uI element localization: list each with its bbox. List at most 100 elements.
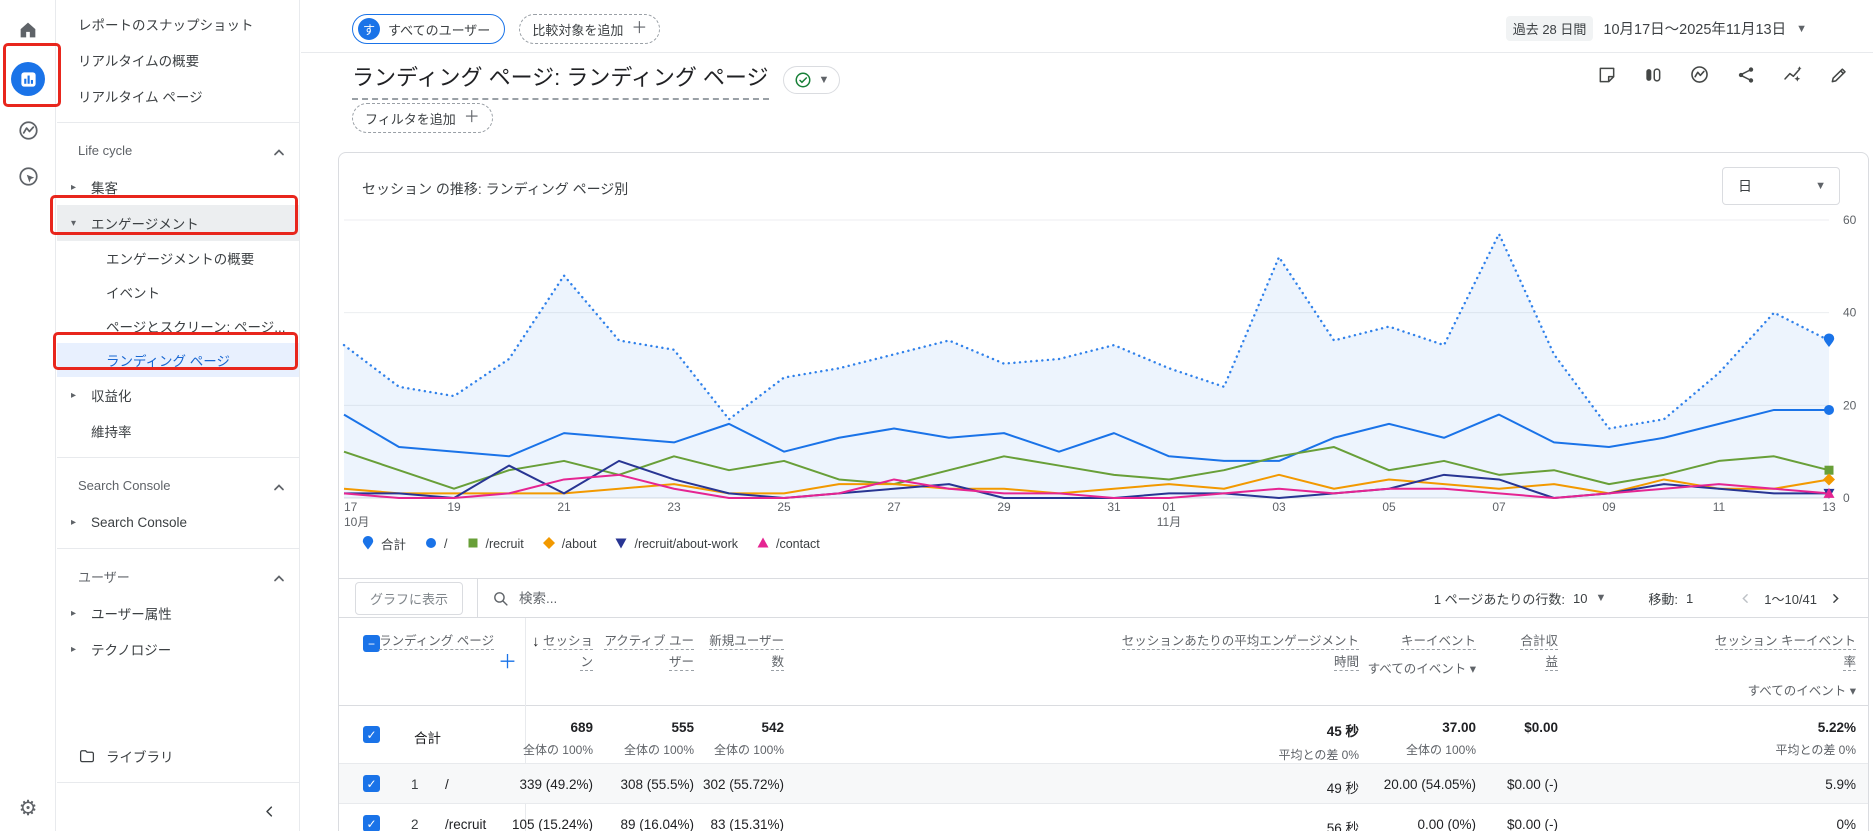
table-row-2[interactable]: ✓ 2/recruit 105 (15.24%) 89 (16.04%) 83 (15.… [339,804,1868,831]
column-header-6[interactable]: 合計収益 [1512,631,1558,674]
column-header-2[interactable]: アクティブ ユーザー [599,631,694,674]
collapse-sidebar-button[interactable] [57,791,299,831]
legend-item--: 合計 [361,534,406,553]
column-header-7[interactable]: セッション キーイベント率すべてのイベント ▾ [1706,631,1856,702]
segment-chip-all-users[interactable]: す すべてのユーザー [352,14,506,44]
sidebar-item-Life-cycle[interactable]: Life cycle [57,131,299,169]
arrow-collapsed-icon[interactable]: ▸ [71,390,83,401]
column-label[interactable]: キーイベント [1400,634,1476,650]
add-dimension-icon[interactable]: ＋ [498,647,517,674]
sidebar-item-label: レポートのスナップショット [78,18,254,33]
x-axis-label: 07 [1492,500,1506,514]
column-label[interactable]: 新規ユーザー数 [709,634,784,672]
rows-per-page-label: 1 ページあたりの行数: [1433,591,1566,607]
column-header-1[interactable]: セッション [533,631,593,674]
y-axis-label: 40 [1843,306,1857,320]
next-page-icon[interactable] [1825,592,1846,605]
dimension-header-label[interactable]: ランディング ページ [379,634,494,650]
insights-icon[interactable] [1782,64,1803,85]
x-axis-label: 01 [1162,500,1176,514]
reports-icon[interactable] [0,60,56,98]
sidebar-item-label: 収益化 [91,389,132,404]
goto-value[interactable]: 1 [1686,591,1693,606]
column-label[interactable]: セッション キーイベント率 [1715,634,1856,672]
sidebar-item-label: ページとスクリーン: ページ... [106,320,286,335]
add-filter-chip[interactable]: フィルタを追加 ＋ [352,103,493,133]
sidebar-item-エンゲージメント[interactable]: ▾ エンゲージメント [57,205,299,241]
arrow-collapsed-icon[interactable]: ▸ [71,517,83,528]
sidebar-item-Search-Console[interactable]: Search Console [57,466,299,504]
date-range-picker[interactable]: 過去 28 日間 10月17日～2025年11月13日 ▼ [1505,16,1807,41]
arrow-expanded-icon[interactable]: ▾ [71,218,83,229]
section-collapse-icon[interactable] [273,479,285,494]
add-comparison-chip[interactable]: 比較対象を追加 ＋ [519,14,661,44]
sidebar-item-label: エンゲージメント [91,217,199,232]
sidebar-item-ランディング-ページ[interactable]: ランディング ページ [57,343,299,377]
arrow-collapsed-icon[interactable]: ▸ [71,182,83,193]
arrow-collapsed-icon[interactable]: ▸ [71,608,83,619]
legend-label: /contact [775,536,820,551]
add-filter-label: フィルタを追加 [365,111,456,127]
dimension-column-header[interactable]: ランディング ページ [369,631,494,652]
sidebar-item-ユーザー属性[interactable]: ▸ ユーザー属性 [57,595,299,631]
gear-glyph: ⚙ [18,796,38,820]
sidebar-item-ライブラリ[interactable]: ライブラリ [57,738,299,774]
rows-per-page-value[interactable]: 10 [1573,591,1587,606]
metric-value: $0.00 (-) [1506,817,1558,831]
sidebar-item-イベント[interactable]: イベント [57,275,299,309]
comparison-icon[interactable] [1643,65,1663,85]
search-input[interactable] [519,590,820,606]
sidebar-item-label: リアルタイムの概要 [78,54,200,69]
sidebar-divider [57,457,299,458]
sidebar-item-リアルタイム-ページ[interactable]: リアルタイム ページ [57,78,299,114]
sidebar-item-集客[interactable]: ▸ 集客 [57,169,299,205]
notes-icon[interactable] [1597,65,1617,85]
section-collapse-icon[interactable] [273,570,285,585]
title-row: ランディング ページ: ランディング ページ ▼ [352,60,841,100]
x-axis-label: 19 [447,500,461,514]
edit-pencil-icon[interactable] [1829,65,1849,85]
column-label[interactable]: 合計収益 [1520,634,1558,672]
search-icon [494,591,508,606]
chart-interval-select[interactable]: 日 ▼ [1722,167,1840,205]
explore-icon[interactable] [1689,64,1710,85]
column-header-5[interactable]: キーイベントすべてのイベント ▾ [1306,631,1476,681]
plus-icon: ＋ [463,109,480,126]
sidebar-item-label: ライブラリ [106,750,174,765]
home-icon[interactable] [0,14,56,46]
chevron-down-icon[interactable]: ▼ [1595,592,1606,604]
sidebar-item-維持率[interactable]: 維持率 [57,413,299,449]
share-icon[interactable] [1736,65,1756,85]
sidebar-item-Search-Console[interactable]: ▸ Search Console [57,504,299,540]
sidebar-item-レポートのスナップショット[interactable]: レポートのスナップショット [57,6,299,42]
show-on-chart-button[interactable]: グラフに表示 [355,581,464,615]
chevron-down-icon: ▼ [1796,22,1807,35]
arrow-collapsed-icon[interactable]: ▸ [71,644,83,655]
chevron-down-icon: ▼ [1815,180,1826,192]
column-label[interactable]: アクティブ ユーザー [604,634,694,672]
report-main: す すべてのユーザー 比較対象を追加 ＋ 過去 28 日間 10月17日～202… [301,0,1873,831]
sidebar-item-ページとスクリーン-ページ...[interactable]: ページとスクリーン: ページ... [57,309,299,343]
x-axis-label: 03 [1272,500,1286,514]
sidebar-item-テクノロジー[interactable]: ▸ テクノロジー [57,631,299,667]
toolbar-divider [477,578,479,618]
table-row-1[interactable]: ✓ 1/339 (49.2%) 308 (55.5%) 302 (55.72%) 49 … [339,764,1868,804]
page-title[interactable]: ランディング ページ: ランディング ページ [352,60,769,100]
table-toolbar: グラフに表示 1 ページあたりの行数: 10 ▼ 移動: 1 1～10/41 [339,578,1868,618]
y-axis-label: 0 [1843,491,1850,505]
sidebar-item-ユーザー[interactable]: ユーザー [57,557,299,595]
column-header-3[interactable]: 新規ユーザー数 [704,631,784,674]
sidebar-item-エンゲージメントの概要[interactable]: エンゲージメントの概要 [57,241,299,275]
column-label[interactable]: セッション [542,634,593,672]
sidebar-item-リアルタイムの概要[interactable]: リアルタイムの概要 [57,42,299,78]
section-collapse-icon[interactable] [273,144,285,159]
advertising-icon[interactable] [0,162,56,190]
previous-page-icon[interactable] [1735,592,1756,605]
date-range-text: 10月17日～2025年11月13日 [1603,22,1787,38]
settings-gear-icon[interactable]: ⚙ [0,793,56,823]
event-filter-dropdown[interactable]: すべてのイベント ▾ [1306,659,1476,680]
data-quality-pill[interactable]: ▼ [782,66,841,94]
sidebar-item-収益化[interactable]: ▸ 収益化 [57,377,299,413]
explore-icon[interactable] [0,116,56,144]
event-filter-dropdown[interactable]: すべてのイベント ▾ [1706,681,1856,702]
